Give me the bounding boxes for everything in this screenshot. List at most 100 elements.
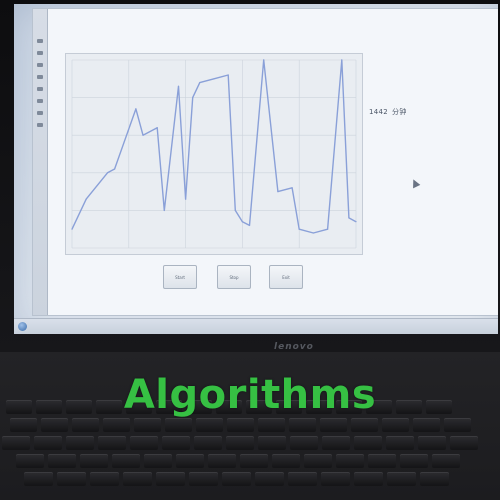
- data-point: [277, 191, 279, 193]
- data-point: [298, 228, 300, 230]
- tool-icon[interactable]: [37, 87, 43, 91]
- data-point: [355, 221, 357, 223]
- keyboard-key: [351, 418, 378, 432]
- counter-value: 1442: [369, 108, 389, 116]
- data-point: [327, 228, 329, 230]
- keyboard-key: [90, 472, 119, 486]
- keyboard-key: [10, 418, 37, 432]
- keyboard-key: [130, 436, 158, 450]
- tool-icon[interactable]: [37, 51, 43, 55]
- tool-icon[interactable]: [37, 123, 43, 127]
- tool-icon[interactable]: [37, 63, 43, 67]
- photo-scene: 1442 分钟 Start Stop Exit lenovo Algorithms: [0, 0, 500, 500]
- caption-title: Algorithms: [123, 372, 377, 418]
- keyboard-key: [450, 436, 478, 450]
- data-point: [142, 134, 144, 136]
- data-point: [177, 85, 180, 87]
- keyboard-key: [354, 436, 382, 450]
- data-point: [185, 198, 187, 200]
- keyboard-key: [289, 418, 316, 432]
- keyboard-key: [368, 454, 396, 468]
- exit-button[interactable]: Exit: [269, 265, 303, 289]
- keyboard-key: [34, 436, 62, 450]
- keyboard-key: [304, 454, 332, 468]
- keyboard-key: [123, 472, 152, 486]
- keyboard-key: [222, 472, 251, 486]
- tool-icon[interactable]: [37, 99, 43, 103]
- line-plot: [65, 53, 363, 255]
- keyboard-key: [48, 454, 76, 468]
- tool-icon[interactable]: [37, 39, 43, 43]
- data-point: [312, 232, 314, 234]
- keyboard-key: [103, 418, 130, 432]
- keyboard-key: [382, 418, 409, 432]
- laptop-brand-logo: lenovo: [274, 342, 314, 352]
- keyboard-key: [240, 454, 268, 468]
- data-point: [71, 228, 73, 230]
- keyboard-key: [272, 454, 300, 468]
- data-point: [163, 209, 165, 211]
- keyboard-key: [196, 418, 223, 432]
- data-point: [248, 224, 251, 227]
- keyboard-key: [258, 418, 285, 432]
- start-orb-icon[interactable]: [18, 322, 27, 331]
- stop-button[interactable]: Stop: [217, 265, 251, 289]
- data-point: [213, 78, 215, 80]
- start-button[interactable]: Start: [163, 265, 197, 289]
- data-point: [135, 108, 137, 110]
- keyboard-key: [66, 436, 94, 450]
- keyboard-key: [226, 436, 254, 450]
- data-point: [156, 127, 158, 129]
- mouse-cursor-icon: [409, 177, 421, 189]
- plot-window: 1442 分钟 Start Stop Exit: [32, 8, 498, 316]
- counter-readout: 1442 分钟: [369, 107, 407, 117]
- keyboard-key: [208, 454, 236, 468]
- keyboard-key: [16, 454, 44, 468]
- keyboard-key: [144, 454, 172, 468]
- data-point: [341, 59, 343, 61]
- keyboard-key: [322, 436, 350, 450]
- keyboard-key: [400, 454, 428, 468]
- keyboard-key: [354, 472, 383, 486]
- taskbar: [14, 318, 498, 334]
- keyboard-key: [386, 436, 414, 450]
- data-point: [291, 187, 293, 189]
- data-point: [106, 172, 109, 174]
- keyboard-key: [418, 436, 446, 450]
- keyboard-key: [72, 418, 99, 432]
- keyboard-key: [413, 418, 440, 432]
- data-point: [263, 59, 265, 61]
- keyboard-key: [162, 436, 190, 450]
- keyboard-key: [420, 472, 449, 486]
- keyboard-key: [57, 472, 86, 486]
- data-point: [85, 198, 87, 200]
- keyboard-key: [290, 436, 318, 450]
- keyboard-key: [387, 472, 416, 486]
- laptop-screen: 1442 分钟 Start Stop Exit: [14, 4, 498, 334]
- data-point: [114, 168, 116, 170]
- data-point: [192, 97, 194, 99]
- keyboard-key: [156, 472, 185, 486]
- keyboard-key: [98, 436, 126, 450]
- keyboard-key: [194, 436, 222, 450]
- keyboard-key: [112, 454, 140, 468]
- keyboard-key: [176, 454, 204, 468]
- keyboard-key: [258, 436, 286, 450]
- keyboard-key: [2, 436, 30, 450]
- keyboard-key: [321, 472, 350, 486]
- data-point: [241, 221, 243, 223]
- data-point: [234, 209, 236, 211]
- tool-icon[interactable]: [37, 111, 43, 115]
- tool-icon[interactable]: [37, 75, 43, 79]
- data-point: [348, 217, 350, 219]
- keyboard-key: [80, 454, 108, 468]
- keyboard-key: [24, 472, 53, 486]
- keyboard-key: [320, 418, 347, 432]
- keyboard-key: [255, 472, 284, 486]
- keyboard-key: [288, 472, 317, 486]
- data-point: [199, 81, 201, 84]
- keyboard-key: [165, 418, 192, 432]
- keyboard-key: [189, 472, 218, 486]
- left-toolbar: [33, 9, 48, 315]
- keyboard-key: [41, 418, 68, 432]
